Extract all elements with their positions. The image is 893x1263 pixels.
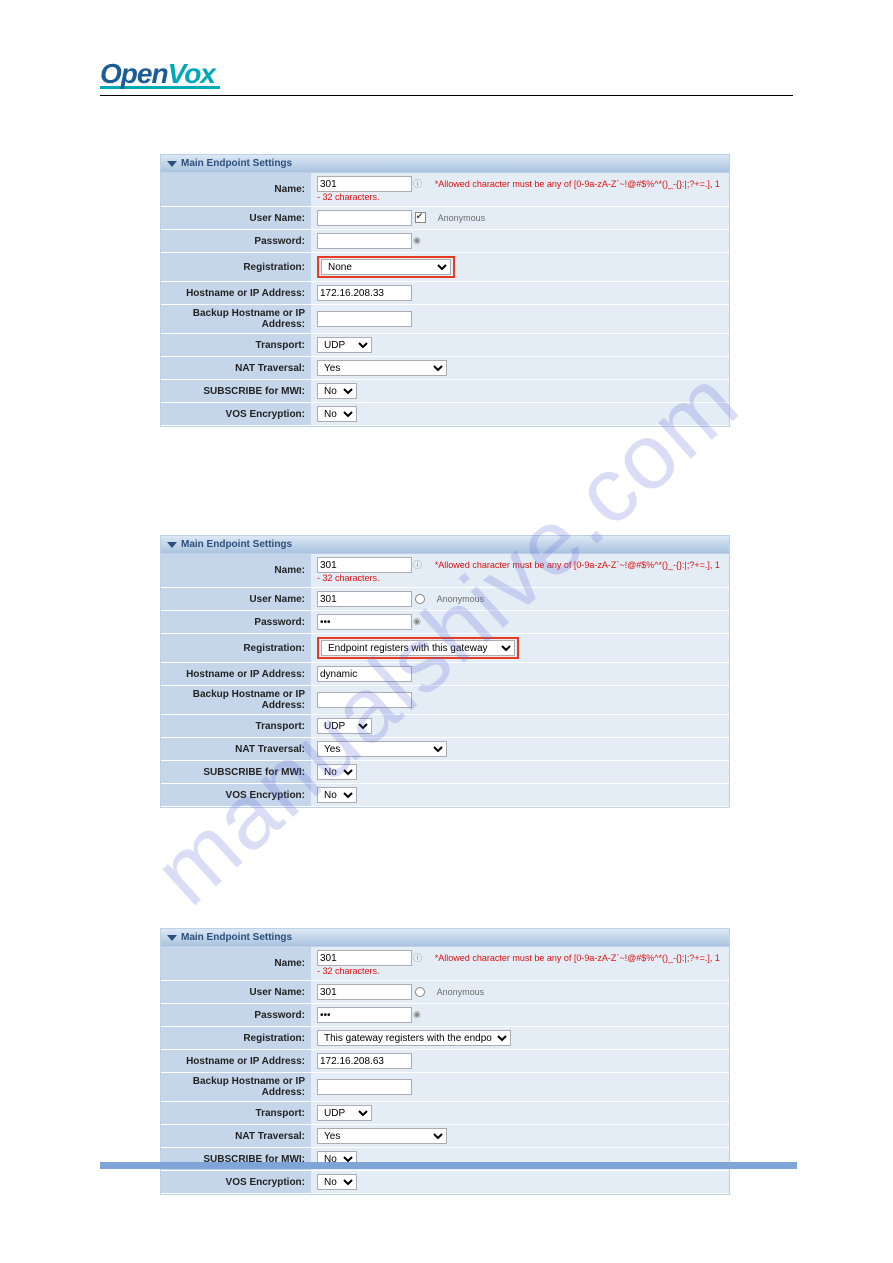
brand-logo: OpenVox <box>100 58 793 89</box>
backup-hostname-input[interactable] <box>317 1079 412 1095</box>
transport-select[interactable]: UDP <box>317 337 372 353</box>
hostname-input[interactable] <box>317 285 412 301</box>
label-username: User Name: <box>161 207 311 230</box>
anonymous-radio[interactable] <box>415 594 425 604</box>
hostname-input[interactable] <box>317 666 412 682</box>
chevron-down-icon <box>167 542 177 548</box>
section-title: Main Endpoint Settings <box>181 158 292 169</box>
label-registration: Registration: <box>161 634 311 663</box>
label-backup-hostname: Backup Hostname or IP Address: <box>161 686 311 715</box>
label-transport: Transport: <box>161 1102 311 1125</box>
section-title: Main Endpoint Settings <box>181 539 292 550</box>
label-transport: Transport: <box>161 715 311 738</box>
nat-select[interactable]: Yes <box>317 360 447 376</box>
section-title: Main Endpoint Settings <box>181 932 292 943</box>
form-table: Name: ⓘ *Allowed character must be any o… <box>161 947 729 1194</box>
mwi-select[interactable]: No <box>317 764 357 780</box>
backup-hostname-input[interactable] <box>317 311 412 327</box>
vos-select[interactable]: No <box>317 406 357 422</box>
anonymous-checkbox[interactable] <box>415 212 426 223</box>
registration-select[interactable]: Endpoint registers with this gateway <box>321 640 515 656</box>
label-hostname: Hostname or IP Address: <box>161 1050 311 1073</box>
label-password: Password: <box>161 611 311 634</box>
label-registration: Registration: <box>161 253 311 282</box>
section-header[interactable]: Main Endpoint Settings <box>161 929 729 947</box>
name-input[interactable] <box>317 557 412 573</box>
form-table: Name: ⓘ *Allowed character must be any o… <box>161 173 729 426</box>
label-subscribe-mwi: SUBSCRIBE for MWI: <box>161 761 311 784</box>
footer-bar <box>100 1162 797 1169</box>
label-transport: Transport: <box>161 334 311 357</box>
section-header[interactable]: Main Endpoint Settings <box>161 155 729 173</box>
show-password-icon[interactable]: ◉ <box>413 1009 421 1020</box>
label-nat: NAT Traversal: <box>161 738 311 761</box>
label-vos: VOS Encryption: <box>161 403 311 426</box>
mwi-select[interactable]: No <box>317 383 357 399</box>
chevron-down-icon <box>167 161 177 167</box>
transport-select[interactable]: UDP <box>317 1105 372 1121</box>
show-password-icon[interactable]: ◉ <box>413 235 421 246</box>
name-input[interactable] <box>317 176 412 192</box>
chevron-down-icon <box>167 935 177 941</box>
nat-select[interactable]: Yes <box>317 1128 447 1144</box>
label-vos: VOS Encryption: <box>161 784 311 807</box>
hostname-input[interactable] <box>317 1053 412 1069</box>
label-subscribe-mwi: SUBSCRIBE for MWI: <box>161 380 311 403</box>
label-name: Name: <box>161 173 311 207</box>
anonymous-label: Anonymous <box>437 987 485 997</box>
anonymous-label: Anonymous <box>438 213 486 223</box>
label-username: User Name: <box>161 981 311 1004</box>
help-icon: ⓘ <box>413 951 422 964</box>
label-hostname: Hostname or IP Address: <box>161 663 311 686</box>
label-vos: VOS Encryption: <box>161 1171 311 1194</box>
logo-vox: Vox <box>168 58 215 89</box>
backup-hostname-input[interactable] <box>317 692 412 708</box>
password-input[interactable] <box>317 614 412 630</box>
help-icon: ⓘ <box>413 558 422 571</box>
anonymous-radio[interactable] <box>415 987 425 997</box>
label-nat: NAT Traversal: <box>161 1125 311 1148</box>
header-divider <box>100 95 793 96</box>
name-input[interactable] <box>317 950 412 966</box>
label-password: Password: <box>161 230 311 253</box>
endpoint-panel-1: Main Endpoint Settings Name: ⓘ *Allowed … <box>160 154 730 427</box>
help-icon: ⓘ <box>413 177 422 190</box>
nat-select[interactable]: Yes <box>317 741 447 757</box>
vos-select[interactable]: No <box>317 1174 357 1190</box>
form-table: Name: ⓘ *Allowed character must be any o… <box>161 554 729 807</box>
label-hostname: Hostname or IP Address: <box>161 282 311 305</box>
label-backup-hostname: Backup Hostname or IP Address: <box>161 1073 311 1102</box>
username-input[interactable] <box>317 591 412 607</box>
password-input[interactable] <box>317 1007 412 1023</box>
label-password: Password: <box>161 1004 311 1027</box>
label-name: Name: <box>161 554 311 588</box>
registration-highlight: Endpoint registers with this gateway <box>317 637 519 659</box>
registration-highlight: None <box>317 256 455 278</box>
password-input[interactable] <box>317 233 412 249</box>
label-registration: Registration: <box>161 1027 311 1050</box>
logo-open: Open <box>100 58 168 89</box>
transport-select[interactable]: UDP <box>317 718 372 734</box>
label-nat: NAT Traversal: <box>161 357 311 380</box>
endpoint-panel-3: Main Endpoint Settings Name: ⓘ *Allowed … <box>160 928 730 1195</box>
label-username: User Name: <box>161 588 311 611</box>
username-input[interactable] <box>317 984 412 1000</box>
vos-select[interactable]: No <box>317 787 357 803</box>
label-backup-hostname: Backup Hostname or IP Address: <box>161 305 311 334</box>
endpoint-panel-2: Main Endpoint Settings Name: ⓘ *Allowed … <box>160 535 730 808</box>
registration-select[interactable]: None <box>321 259 451 275</box>
username-input[interactable] <box>317 210 412 226</box>
show-password-icon[interactable]: ◉ <box>413 616 421 627</box>
registration-select[interactable]: This gateway registers with the endpoint <box>317 1030 511 1046</box>
anonymous-label: Anonymous <box>437 594 485 604</box>
section-header[interactable]: Main Endpoint Settings <box>161 536 729 554</box>
label-name: Name: <box>161 947 311 981</box>
